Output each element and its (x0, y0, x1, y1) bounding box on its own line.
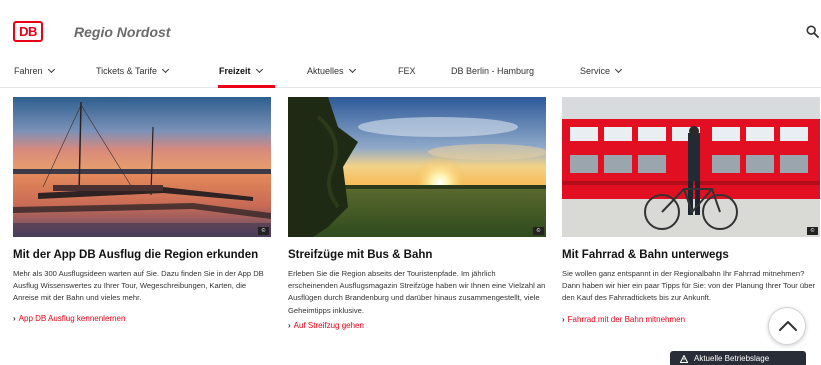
card-link[interactable]: › App DB Ausflug kennenlernen (13, 314, 271, 323)
nav-item-label: FEX (398, 66, 416, 76)
copyright-badge[interactable]: © (258, 227, 269, 235)
chevron-down-icon (348, 65, 356, 74)
chevron-up-icon (779, 321, 797, 331)
card-link-label: Fahrrad mit der Bahn mitnehmen (567, 314, 686, 324)
active-nav-indicator (218, 85, 275, 88)
chevron-down-icon (255, 65, 263, 74)
chevron-right-icon: › (562, 314, 565, 324)
search-icon[interactable] (806, 25, 819, 38)
chevron-down-icon (161, 65, 170, 74)
main-navigation: Fahren Tickets & Tarife Freizeit Aktuell… (0, 58, 821, 88)
sunset-meadow-tree-image[interactable]: © (288, 97, 546, 237)
card-link-label: App DB Ausflug kennenlernen (18, 313, 126, 323)
chevron-right-icon: › (13, 313, 16, 323)
nav-item-db-berlin-hamburg[interactable]: DB Berlin - Hamburg (451, 66, 534, 76)
card-link-label: Auf Streifzug gehen (293, 320, 364, 330)
card-title: Streifzüge mit Bus & Bahn (288, 249, 433, 261)
nav-item-label: Freizeit (219, 66, 251, 76)
card-title: Mit Fahrrad & Bahn unterwegs (562, 249, 729, 261)
lake-jetty-illustration (13, 97, 271, 237)
nav-item-service[interactable]: Service (580, 65, 623, 76)
nav-item-freizeit[interactable]: Freizeit (219, 65, 263, 76)
warning-icon (680, 355, 688, 363)
nav-item-aktuelles[interactable]: Aktuelles (307, 65, 356, 76)
teaser-card-fahrrad-bahn: © Mit Fahrrad & Bahn unterwegs Sie wolle… (562, 97, 820, 324)
copyright-badge[interactable]: © (533, 227, 544, 235)
operations-status-button[interactable]: Aktuelle Betriebslage (670, 351, 806, 365)
card-text: Mehr als 300 Ausflugsideen warten auf Si… (13, 269, 264, 303)
card-text: Sie wollen ganz entspannt in der Regiona… (562, 269, 816, 303)
nav-item-label: DB Berlin - Hamburg (451, 66, 535, 76)
chevron-down-icon (614, 65, 623, 74)
nav-item-label: Tickets & Tarife (96, 66, 158, 76)
chevron-right-icon: › (288, 320, 291, 330)
lake-jetty-sunset-image[interactable]: © (13, 97, 271, 237)
cyclist-train-illustration (562, 97, 820, 237)
db-logo[interactable]: DB (13, 21, 43, 42)
sunset-meadow-illustration (288, 97, 546, 237)
cyclist-red-train-image[interactable]: © (562, 97, 820, 237)
nav-item-fex[interactable]: FEX (398, 66, 416, 76)
scroll-to-top-button[interactable] (768, 307, 806, 345)
nav-item-label: Service (580, 66, 611, 76)
card-link[interactable]: › Auf Streifzug gehen (288, 321, 546, 330)
site-title[interactable]: Regio Nordost (74, 24, 170, 40)
card-title: Mit der App DB Ausflug die Region erkund… (13, 249, 259, 261)
nav-item-label: Fahren (14, 66, 43, 76)
copyright-badge[interactable]: © (807, 227, 818, 235)
teaser-card-app-db-ausflug: © Mit der App DB Ausflug die Region erku… (13, 97, 271, 323)
nav-item-fahren[interactable]: Fahren (14, 65, 55, 76)
nav-item-tickets-tarife[interactable]: Tickets & Tarife (96, 65, 170, 76)
status-pill-label: Aktuelle Betriebslage (694, 354, 770, 363)
nav-item-label: Aktuelles (307, 66, 344, 76)
site-header: DB Regio Nordost (0, 0, 821, 58)
chevron-down-icon (47, 65, 55, 74)
card-text: Erleben Sie die Region abseits der Touri… (288, 269, 546, 315)
teaser-card-streifzuege: © Streifzüge mit Bus & Bahn Erleben Sie … (288, 97, 546, 330)
